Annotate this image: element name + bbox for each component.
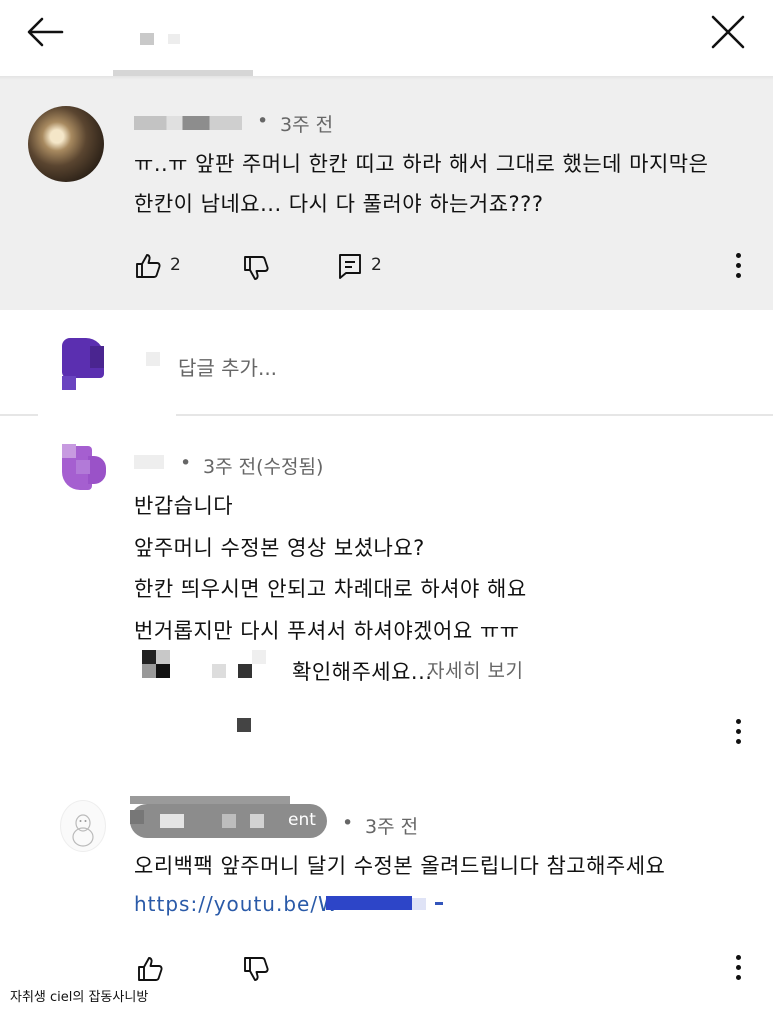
reply2-avatar[interactable] [60,800,106,852]
more-vert-icon [736,955,742,980]
obscured-text [142,650,272,680]
reply1-line-4: 번거롭지만 다시 푸셔서 하셔야겠어요 ㅠㅠ [134,619,520,643]
reply1-line-3: 한칸 띄우시면 안되고 차례대로 하셔야 해요 [134,577,527,601]
like-count: 2 [170,255,181,275]
close-icon [711,15,745,49]
creator-badge-text: ent [288,810,316,830]
back-button[interactable] [22,12,68,52]
link-obscured-2 [412,898,426,910]
add-reply-input[interactable]: 답글 추가... [178,352,277,381]
badge-shade [130,796,290,804]
reply1-time: 3주 전(수정됨) [203,456,324,478]
reply2-link[interactable]: https://youtu.be/W [134,892,339,916]
reply-icon [339,254,361,279]
reply-input-blur [146,352,160,366]
comment-time: 3주 전 [280,114,334,136]
link-obscured-3 [435,902,443,905]
reply1-avatar[interactable] [62,444,106,492]
watermark: 자취생 ciel의 잡동사니방 [10,990,149,1005]
reply1-line-1: 반갑습니다 [134,494,234,518]
comment-text-line-2: 한칸이 남네요... 다시 다 풀러야 하는거죠??? [134,192,544,216]
divider-gap [38,412,176,418]
thumbs-down-icon [244,256,269,280]
duck-icon [72,814,94,847]
more-vert-icon [736,253,742,278]
creator-badge[interactable]: ent [130,804,327,838]
reply2-text: 오리백팩 앞주머니 달기 수정본 올려드립니다 참고해주세요 [134,854,666,878]
close-button[interactable] [708,12,748,52]
header-title-obscured-2 [168,34,180,44]
back-arrow-icon [27,17,64,47]
header-title-obscured [140,33,154,45]
reply2-like-button[interactable] [136,955,164,983]
more-vert-icon [736,719,742,744]
reply-avatar [62,338,104,390]
reply1-actions-obscured [237,718,251,732]
author-name-obscured[interactable] [134,116,242,130]
like-button[interactable]: 2 [134,252,190,282]
comment-text-line-1: ㅠ..ㅠ 앞판 주머니 한칸 띠고 하라 해서 그대로 했는데 마지막은 [134,152,709,176]
meta-dot: • [342,812,354,834]
top-app-bar [0,0,773,76]
reply-count: 2 [371,255,382,275]
reply2-time: 3주 전 [365,816,419,838]
avatar[interactable] [28,106,104,182]
thumbs-down-icon [244,957,269,981]
more-options-button[interactable] [736,253,742,279]
reply1-trailing-text: 확인해주세요... [292,660,433,684]
thumbs-up-icon [138,957,163,981]
link-obscured [326,896,412,910]
meta-dot: • [180,452,192,474]
meta-dot: • [257,110,269,132]
reply2-more-options-button[interactable] [736,955,742,981]
dislike-button[interactable] [242,254,270,282]
reply1-author-obscured[interactable] [134,455,164,469]
reply1-more-options-button[interactable] [736,719,742,745]
reply1-line-2: 앞주머니 수정본 영상 보셨나요? [134,536,425,560]
read-more-link[interactable]: 자세히 보기 [427,656,523,683]
reply2-dislike-button[interactable] [242,955,270,983]
thumbs-up-icon [136,254,161,278]
reply-button[interactable]: 2 [337,252,393,282]
